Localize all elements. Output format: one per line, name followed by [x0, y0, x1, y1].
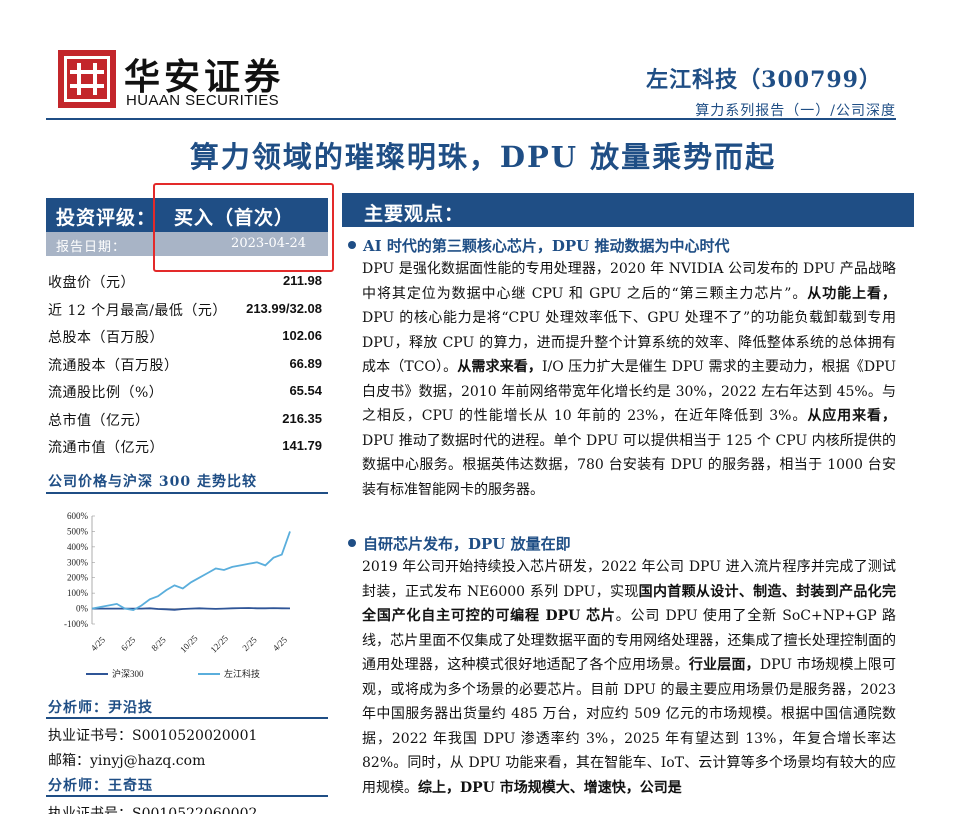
- logo-mark: [58, 50, 116, 108]
- x-tick-label: 4/25: [89, 634, 108, 653]
- stat-row: 流通股本（百万股） 66.89: [46, 353, 322, 381]
- stat-row: 收盘价（元） 211.98: [46, 270, 322, 298]
- section-1-heading: AI 时代的第三颗核心芯片，DPU 推动数据为中心时代: [348, 235, 729, 256]
- stat-row: 流通市值（亿元） 141.79: [46, 435, 322, 463]
- analyst-1-cert: 执业证书号：S0010520020001: [48, 725, 257, 745]
- stat-value: 216.35: [282, 411, 322, 426]
- legend-label: 沪深300: [112, 668, 144, 679]
- y-tick-label: -100%: [64, 619, 88, 629]
- y-tick-label: 200%: [67, 573, 89, 583]
- legend-label: 左江科技: [224, 668, 260, 679]
- analyst-2-divider: [46, 795, 328, 797]
- section-1-paragraph: DPU 是强化数据面性能的专用处理器，2020 年 NVIDIA 公司发布的 D…: [362, 257, 896, 502]
- stat-value: 66.89: [289, 356, 322, 371]
- x-tick-label: 4/25: [271, 634, 290, 653]
- stat-value: 141.79: [282, 438, 322, 453]
- series-line-1: [92, 531, 290, 610]
- stat-row: 总股本（百万股） 102.06: [46, 325, 322, 353]
- main-view-title: 主要观点：: [364, 199, 464, 226]
- emphasis-text: 行业层面，: [689, 657, 760, 673]
- analyst-2-title: 分析师：王奇珏: [48, 775, 153, 795]
- stat-label: 流通市值（亿元）: [48, 437, 164, 457]
- stat-label: 收盘价（元）: [48, 272, 135, 292]
- y-tick-label: 400%: [67, 542, 89, 552]
- y-tick-label: 100%: [67, 588, 89, 598]
- stat-label: 流通股比例（%）: [48, 382, 163, 402]
- report-date-label: 报告日期：: [56, 236, 126, 255]
- company-name: 左江科技（300799）: [646, 62, 882, 94]
- x-tick-label: 12/25: [208, 633, 230, 655]
- chart-title-divider: [46, 492, 328, 494]
- x-tick-label: 8/25: [149, 634, 168, 653]
- y-tick-label: 600%: [67, 511, 89, 521]
- stat-label: 近 12 个月最高/最低（元）: [48, 300, 227, 320]
- bullet-icon: [348, 241, 356, 249]
- analyst-2-cert: 执业证书号：S0010522060002: [48, 803, 257, 814]
- x-tick-label: 6/25: [119, 634, 138, 653]
- stat-label: 流通股本（百万股）: [48, 355, 179, 375]
- section-2-heading: 自研芯片发布，DPU 放量在即: [348, 533, 571, 554]
- stat-row: 近 12 个月最高/最低（元） 213.99/32.08: [46, 298, 322, 326]
- emphasis-text: 综上，DPU 市场规模大、增速快，公司是: [418, 780, 682, 796]
- bullet-icon: [348, 539, 356, 547]
- body-text: DPU 推动了数据时代的进程。单个 DPU 可以提供相当于 125 个 CPU …: [362, 433, 896, 498]
- stat-value: 213.99/32.08: [246, 301, 322, 316]
- emphasis-text: 从应用来看，: [807, 408, 896, 424]
- price-chart: 600%500%400%300%200%100%0%-100%4/256/258…: [46, 500, 328, 690]
- emphasis-text: 从功能上看，: [807, 286, 896, 302]
- analyst-1-email[interactable]: 邮箱：yinyj@hazq.com: [48, 750, 205, 770]
- report-title: 算力领域的璀璨明珠，DPU 放量乘势而起: [0, 134, 966, 176]
- chart-title: 公司价格与沪深 300 走势比较: [48, 471, 257, 491]
- stock-stats: 收盘价（元） 211.98 近 12 个月最高/最低（元） 213.99/32.08 总…: [46, 270, 322, 463]
- emphasis-text: 从需求来看，: [457, 359, 542, 375]
- x-tick-label: 10/25: [178, 633, 200, 655]
- analyst-1-title: 分析师：尹沿技: [48, 697, 153, 717]
- report-series: 算力系列报告（一）/公司深度: [695, 100, 896, 120]
- y-tick-label: 0%: [76, 604, 89, 614]
- y-tick-label: 500%: [67, 526, 89, 536]
- analyst-1-divider: [46, 717, 328, 719]
- section-2-paragraph: 2019 年公司开始持续投入芯片研发，2022 年公司 DPU 进入流片程序并完…: [362, 555, 896, 800]
- y-tick-label: 300%: [67, 557, 89, 567]
- highlight-box: [153, 183, 334, 272]
- rating-label: 投资评级：: [56, 203, 156, 230]
- stat-value: 102.06: [282, 328, 322, 343]
- body-text: DPU 市场规模上限可观，或将成为多个场景的必要芯片。目前 DPU 的最主要应用…: [362, 657, 896, 796]
- stat-row: 总市值（亿元） 216.35: [46, 408, 322, 436]
- stat-value: 65.54: [289, 383, 322, 398]
- stat-label: 总市值（亿元）: [48, 410, 150, 430]
- stat-label: 总股本（百万股）: [48, 327, 164, 347]
- header-divider: [46, 118, 896, 120]
- series-line-0: [92, 608, 290, 610]
- stat-row: 流通股比例（%） 65.54: [46, 380, 322, 408]
- logo-english: HUAAN SECURITIES: [126, 92, 279, 109]
- stat-value: 211.98: [283, 273, 322, 288]
- x-tick-label: 2/25: [240, 634, 259, 653]
